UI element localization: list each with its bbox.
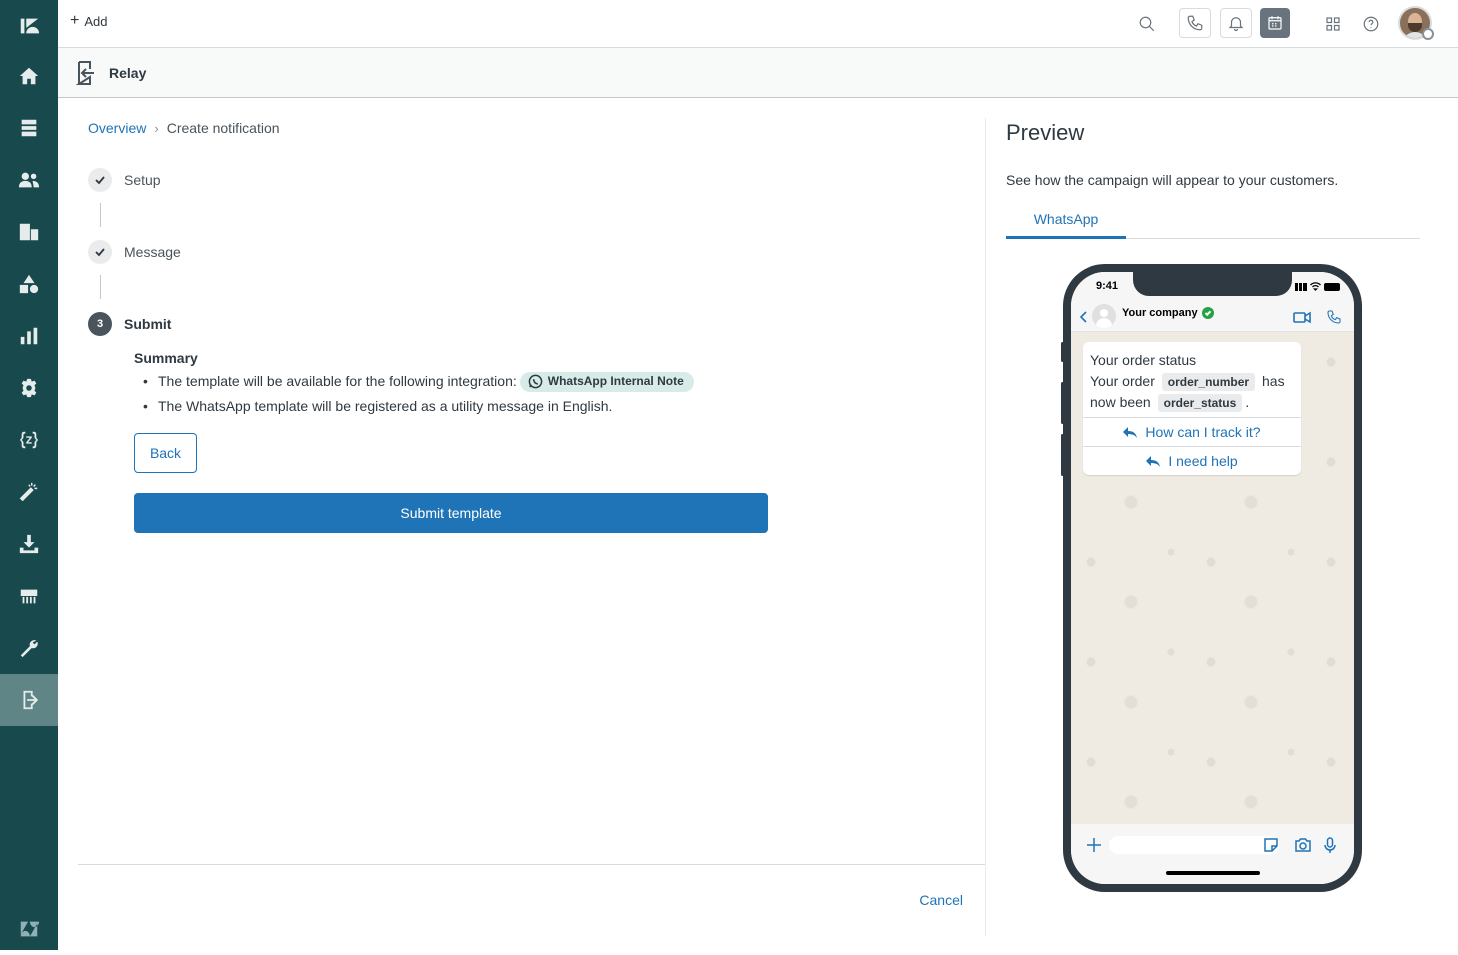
- video-call-icon: [1293, 309, 1311, 325]
- relay-app-icon: [76, 61, 94, 85]
- plus-icon: [1085, 836, 1103, 854]
- add-label: Add: [84, 13, 108, 29]
- step-setup[interactable]: Setup: [88, 168, 161, 192]
- zendesk-apps-icon[interactable]: [0, 414, 58, 466]
- home-indicator: [1166, 871, 1260, 875]
- variable-tag: order_status: [1157, 394, 1243, 412]
- home-icon[interactable]: [0, 50, 58, 102]
- phone-icon[interactable]: [1179, 8, 1211, 38]
- help-icon[interactable]: [1357, 10, 1385, 38]
- calendar-icon[interactable]: [1260, 8, 1290, 38]
- company-name: Your company: [1122, 307, 1198, 319]
- tab-whatsapp[interactable]: WhatsApp: [1006, 201, 1126, 239]
- quick-reply-button: How can I track it?: [1083, 417, 1301, 446]
- step-number: 3: [88, 312, 112, 336]
- wrench-icon[interactable]: [0, 622, 58, 674]
- step-check-icon: [88, 240, 112, 264]
- step-connector: [100, 275, 101, 299]
- footer-divider: [78, 864, 986, 865]
- search-icon[interactable]: [1133, 10, 1161, 38]
- integration-name: WhatsApp Internal Note: [547, 374, 684, 388]
- pane-divider: [985, 118, 986, 936]
- chat-header: Your company: [1071, 304, 1354, 332]
- phone-screen: 9:41 Your company Your order status Your…: [1071, 272, 1354, 884]
- reply-arrow-icon: [1146, 456, 1161, 467]
- wizard-pane: Overview › Create notification Setup Mes…: [78, 98, 986, 950]
- organizations-icon[interactable]: [0, 206, 58, 258]
- step-label: Message: [124, 244, 181, 260]
- relay-nav-icon[interactable]: [0, 674, 58, 726]
- sticker-icon: [1262, 836, 1280, 854]
- apps-grid-icon[interactable]: [1319, 10, 1347, 38]
- chevron-left-icon: [1078, 310, 1090, 324]
- cancel-link[interactable]: Cancel: [919, 892, 963, 908]
- whatsapp-icon: [528, 374, 543, 389]
- settings-gear-icon[interactable]: [0, 362, 58, 414]
- wifi-icon: [1310, 282, 1321, 291]
- breadcrumb: Overview › Create notification: [88, 120, 280, 136]
- zendesk-product-logo-icon[interactable]: [0, 903, 58, 955]
- camera-icon: [1294, 836, 1312, 854]
- phone-call-icon: [1326, 309, 1344, 325]
- summary-item-text: The template will be available for the f…: [158, 373, 517, 389]
- battery-icon: [1324, 282, 1340, 291]
- preview-title: Preview: [1006, 120, 1085, 145]
- add-button[interactable]: + Add: [70, 13, 107, 29]
- objects-icon[interactable]: [0, 258, 58, 310]
- step-label: Submit: [124, 316, 172, 332]
- signal-icon: [1295, 282, 1307, 291]
- zendesk-logo-icon[interactable]: [0, 0, 58, 52]
- chevron-right-icon: ›: [154, 120, 159, 136]
- summary-item-text: The WhatsApp template will be registered…: [158, 398, 613, 414]
- phone-time: 9:41: [1096, 280, 1119, 292]
- notifications-bell-icon[interactable]: [1220, 8, 1252, 38]
- views-icon[interactable]: [0, 102, 58, 154]
- summary-heading: Summary: [134, 350, 198, 366]
- chat-input-bar: [1071, 824, 1354, 884]
- message-title: Your order status: [1090, 352, 1197, 368]
- back-button[interactable]: Back: [134, 433, 197, 473]
- top-bar: + Add: [58, 0, 1458, 48]
- step-check-icon: [88, 168, 112, 192]
- app-title: Relay: [109, 65, 147, 81]
- reporting-icon[interactable]: [0, 310, 58, 362]
- step-submit: 3 Submit: [88, 312, 171, 336]
- summary-section: Summary The template will be available f…: [134, 350, 694, 419]
- message-bubble: Your order status Your order order_numbe…: [1083, 342, 1301, 475]
- company-avatar: [1092, 304, 1116, 328]
- main-nav: [0, 0, 58, 950]
- microphone-icon: [1321, 836, 1339, 854]
- message-part: .: [1245, 394, 1250, 410]
- plus-icon: +: [70, 12, 80, 29]
- submit-template-button[interactable]: Submit template: [134, 493, 768, 533]
- breadcrumb-overview-link[interactable]: Overview: [88, 120, 146, 136]
- preview-description: See how the campaign will appear to your…: [1006, 172, 1339, 188]
- customers-icon[interactable]: [0, 154, 58, 206]
- step-label: Setup: [124, 172, 161, 188]
- step-connector: [100, 203, 101, 227]
- preview-tabs: WhatsApp: [1006, 201, 1420, 239]
- quick-reply-label: How can I track it?: [1145, 424, 1261, 440]
- quick-reply-button: I need help: [1083, 446, 1301, 475]
- archive-icon[interactable]: [0, 570, 58, 622]
- message-body: Your order order_number has now been ord…: [1090, 371, 1295, 413]
- import-icon[interactable]: [0, 518, 58, 570]
- magic-wand-icon[interactable]: [0, 466, 58, 518]
- message-part: Your order: [1090, 373, 1155, 389]
- summary-item: The WhatsApp template will be registered…: [134, 394, 694, 419]
- verified-badge-icon: [1201, 307, 1214, 319]
- phone-mockup: 9:41 Your company Your order status Your…: [1061, 264, 1362, 892]
- company-name-row: Your company: [1122, 307, 1214, 319]
- step-message[interactable]: Message: [88, 240, 181, 264]
- status-indicator: [1422, 28, 1434, 40]
- breadcrumb-current: Create notification: [166, 120, 280, 136]
- summary-item: The template will be available for the f…: [134, 369, 694, 394]
- message-input: [1109, 836, 1279, 854]
- reply-arrow-icon: [1123, 427, 1138, 438]
- integration-tag: WhatsApp Internal Note: [519, 371, 694, 392]
- quick-reply-label: I need help: [1168, 453, 1238, 469]
- app-header: Relay: [58, 48, 1458, 98]
- message-text: Your order status Your order order_numbe…: [1083, 342, 1301, 417]
- variable-tag: order_number: [1161, 373, 1256, 391]
